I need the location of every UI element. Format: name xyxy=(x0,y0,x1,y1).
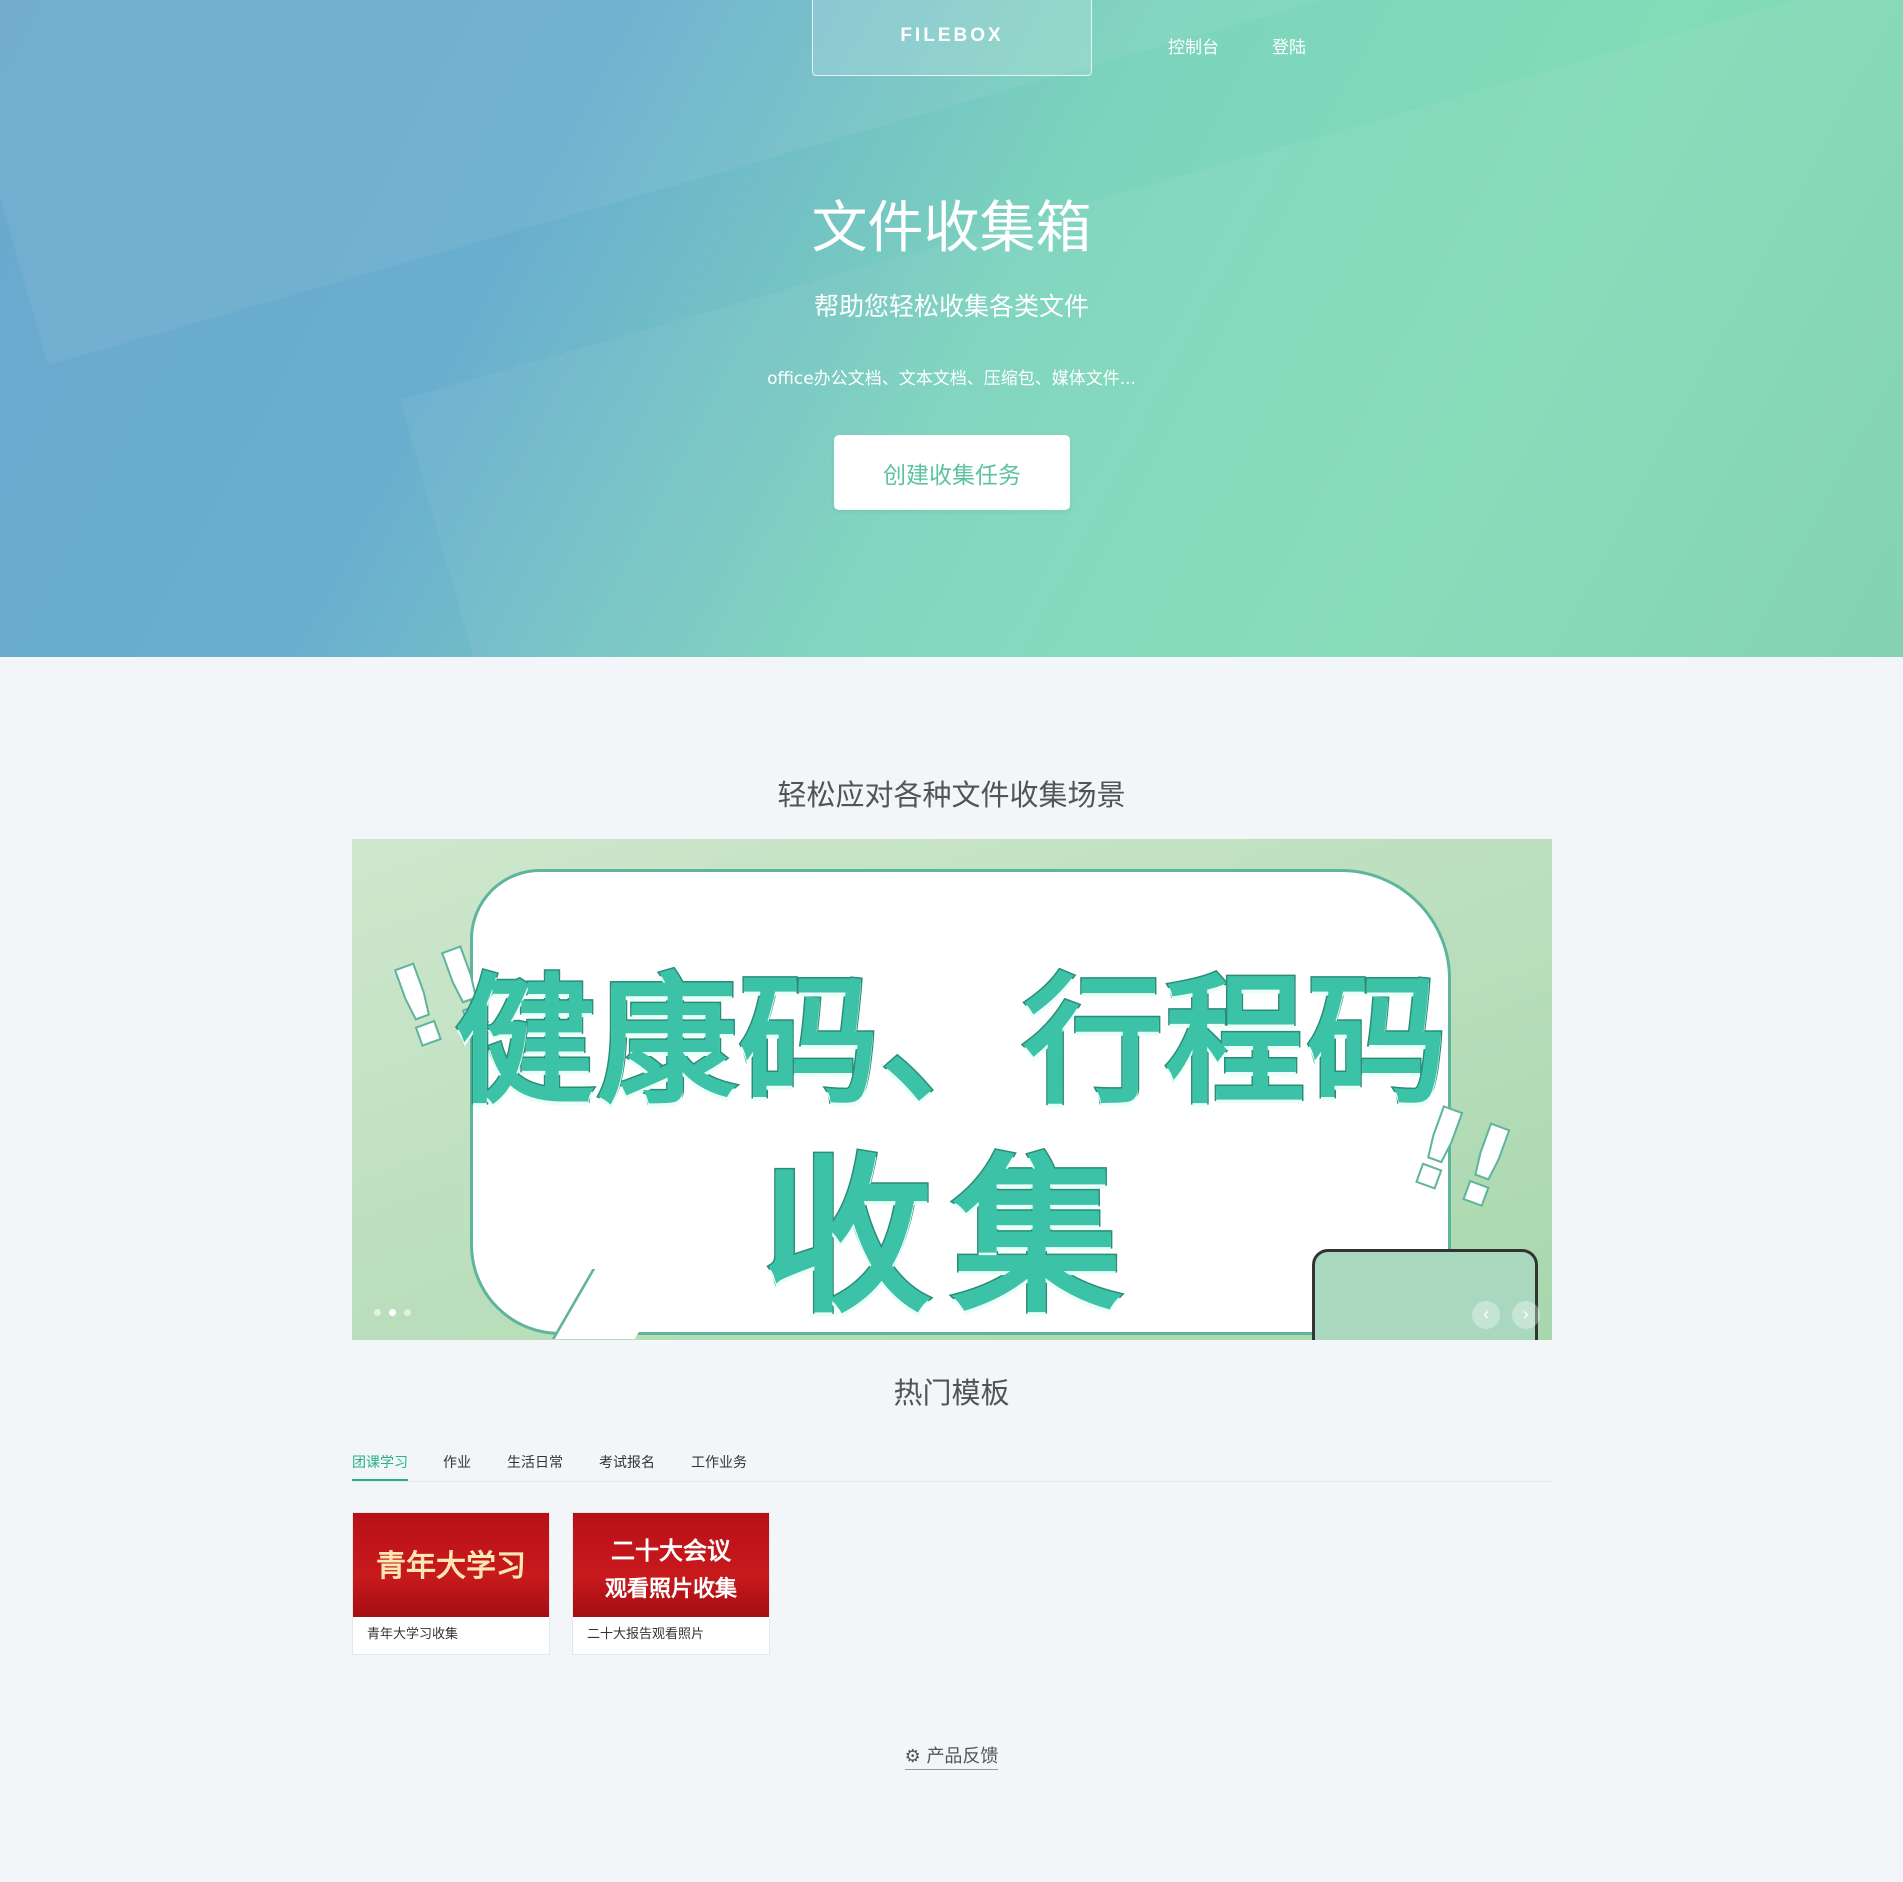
create-task-button[interactable]: 创建收集任务 xyxy=(834,435,1070,510)
template-tabs: 团课学习 作业 生活日常 考试报名 工作业务 xyxy=(352,1447,1552,1482)
tab-group-study[interactable]: 团课学习 xyxy=(352,1452,408,1472)
carousel-indicators xyxy=(374,1309,411,1316)
template-card[interactable]: 二十大会议 观看照片收集 二十大报告观看照片 xyxy=(572,1512,770,1655)
hero-description: office办公文档、文本文档、压缩包、媒体文件... xyxy=(767,369,1136,389)
tab-exam-registration[interactable]: 考试报名 xyxy=(599,1452,655,1472)
carousel-dot[interactable] xyxy=(404,1309,411,1316)
template-card-label: 青年大学习收集 xyxy=(367,1627,459,1642)
gear-icon: ⚙ xyxy=(904,1746,921,1767)
hero-title: 文件收集箱 xyxy=(811,196,1092,261)
tab-work[interactable]: 工作业务 xyxy=(691,1452,747,1472)
mask-illustration xyxy=(1312,1249,1538,1340)
template-thumbnail: 青年大学习 xyxy=(353,1513,549,1617)
thumbnail-title: 青年大学习 xyxy=(376,1549,526,1584)
hero-subtitle: 帮助您轻松收集各类文件 xyxy=(813,292,1089,321)
tab-active-indicator xyxy=(352,1479,408,1481)
carousel-next-icon[interactable]: › xyxy=(1512,1301,1540,1329)
tab-homework[interactable]: 作业 xyxy=(443,1452,471,1472)
carousel-dot-active[interactable] xyxy=(389,1309,396,1316)
logo[interactable]: FILEBOX xyxy=(812,0,1092,76)
scenes-title: 轻松应对各种文件收集场景 xyxy=(777,778,1126,812)
feedback-link[interactable]: ⚙ 产品反馈 xyxy=(0,1742,1903,1770)
tab-daily-life[interactable]: 生活日常 xyxy=(507,1452,563,1472)
hero-banner: FILEBOX 控制台 登陆 文件收集箱 帮助您轻松收集各类文件 office办… xyxy=(0,0,1903,657)
thumbnail-title: 二十大会议 xyxy=(611,1537,731,1565)
thumbnail-subtitle: 观看照片收集 xyxy=(604,1577,737,1602)
carousel-prev-icon[interactable]: ‹ xyxy=(1472,1301,1500,1329)
template-thumbnail: 二十大会议 观看照片收集 xyxy=(573,1513,769,1617)
scenes-carousel[interactable]: !! !! 健康码、行程码 收集 ‹ › xyxy=(352,839,1552,1340)
nav-console-link[interactable]: 控制台 xyxy=(1168,33,1219,58)
nav-login-link[interactable]: 登陆 xyxy=(1272,33,1306,58)
templates-title: 热门模板 xyxy=(893,1376,1010,1410)
template-card-label: 二十大报告观看照片 xyxy=(587,1627,705,1642)
carousel-dot[interactable] xyxy=(374,1309,381,1316)
template-card[interactable]: 青年大学习 青年大学习收集 xyxy=(352,1512,550,1655)
feedback-label: 产品反馈 xyxy=(926,1746,999,1767)
